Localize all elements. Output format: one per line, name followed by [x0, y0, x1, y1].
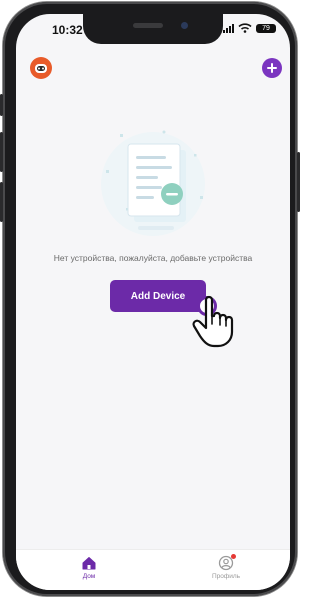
tab-home[interactable]: Дом: [59, 555, 119, 580]
volume-down-button: [0, 182, 3, 222]
robot-avatar-icon: [35, 64, 47, 73]
camera: [181, 22, 188, 29]
avatar[interactable]: [30, 57, 52, 79]
profile-icon-wrap: [218, 554, 236, 571]
home-icon: [82, 557, 96, 570]
plus-icon: [267, 63, 277, 73]
empty-document-icon: [101, 130, 205, 236]
tab-home-label: Дом: [82, 573, 96, 580]
empty-state-message: Нет устройства, пожалуйста, добавьте уст…: [53, 253, 253, 263]
speaker: [133, 23, 163, 28]
battery-icon: 79: [256, 23, 276, 33]
tab-profile-label: Профиль: [211, 573, 241, 580]
add-button-top[interactable]: [262, 58, 282, 78]
pointing-hand-icon: [192, 295, 234, 348]
tab-bar: Дом Профиль: [16, 549, 290, 590]
notification-dot: [231, 554, 236, 559]
screen: 10:32 79 Нет устройства, пожалуйста, доб…: [16, 14, 290, 590]
power-button: [297, 152, 300, 212]
side-button: [0, 94, 3, 116]
wifi-icon: [238, 23, 252, 33]
phone-frame: 10:32 79 Нет устройства, пожалуйста, доб…: [0, 2, 300, 596]
status-time: 10:32: [52, 23, 83, 37]
stage: 10:32 79 Нет устройства, пожалуйста, доб…: [0, 0, 300, 600]
notch: [83, 14, 223, 44]
tab-profile[interactable]: Профиль: [196, 554, 256, 580]
signal-icon: [223, 23, 234, 33]
volume-up-button: [0, 132, 3, 172]
status-icons: 79: [223, 23, 276, 33]
